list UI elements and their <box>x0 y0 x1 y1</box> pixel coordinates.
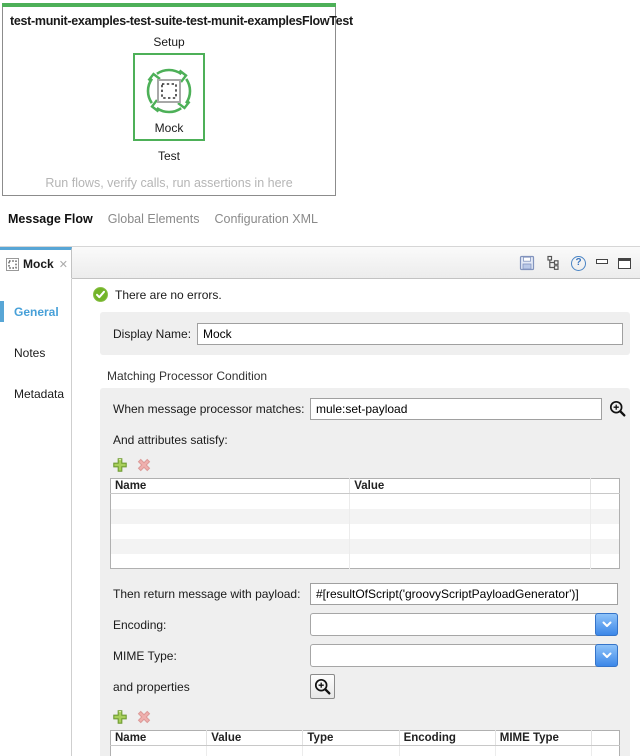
mock-tab-icon <box>6 258 19 271</box>
munit-mock-icon <box>141 63 197 119</box>
chevron-down-icon[interactable] <box>595 613 618 636</box>
display-name-label: Display Name: <box>113 327 197 341</box>
attributes-table-header: Name Value <box>111 479 620 494</box>
attributes-label: And attributes satisfy: <box>113 433 630 447</box>
and-properties-label: and properties <box>113 680 310 694</box>
matcher-input[interactable] <box>310 398 602 420</box>
mock-node[interactable]: Mock <box>133 53 205 141</box>
display-name-input[interactable] <box>197 323 623 345</box>
status-row: There are no errors. <box>93 287 640 302</box>
sidebar-item-general[interactable]: General <box>0 305 71 319</box>
properties-sidebar: General Notes Metadata <box>0 279 72 756</box>
table-row <box>111 524 620 539</box>
mime-type-label: MIME Type: <box>113 649 310 663</box>
tab-mock-properties[interactable]: Mock ✕ <box>0 247 72 279</box>
mime-type-select[interactable] <box>310 644 618 667</box>
mime-type-row: MIME Type: <box>100 644 630 667</box>
success-check-icon <box>93 287 108 302</box>
table-row <box>111 539 620 554</box>
table-row <box>111 554 620 569</box>
group-title: Matching Processor Condition <box>107 369 640 383</box>
table-row <box>111 494 620 509</box>
properties-panel: Mock ✕ <box>0 246 640 756</box>
and-properties-row: and properties <box>100 674 630 699</box>
payload-row: Then return message with payload: <box>100 583 630 605</box>
mock-node-label: Mock <box>155 121 184 135</box>
col-value: Value <box>207 731 303 746</box>
add-icon[interactable] <box>112 457 128 473</box>
col-type: Type <box>303 731 399 746</box>
attributes-table[interactable]: Name Value <box>110 478 620 569</box>
tree-icon[interactable] <box>545 255 561 271</box>
col-encoding: Encoding <box>399 731 495 746</box>
payload-input[interactable] <box>310 583 618 605</box>
flow-title: test-munit-examples-test-suite-test-muni… <box>3 7 335 28</box>
tab-label: Mock <box>23 257 54 271</box>
tab-message-flow[interactable]: Message Flow <box>8 212 93 226</box>
help-icon[interactable]: ? <box>571 256 586 271</box>
encoding-select[interactable] <box>310 613 618 636</box>
minimize-icon[interactable] <box>596 263 608 264</box>
tab-configuration-xml[interactable]: Configuration XML <box>214 212 318 226</box>
col-name: Name <box>111 731 207 746</box>
properties-toolbar: ? <box>519 247 631 279</box>
payload-label: Then return message with payload: <box>113 587 310 601</box>
add-icon[interactable] <box>112 709 128 725</box>
tab-global-elements[interactable]: Global Elements <box>108 212 200 226</box>
matcher-label: When message processor matches: <box>113 402 310 416</box>
close-icon[interactable]: ✕ <box>59 258 68 271</box>
encoding-label: Encoding: <box>113 618 310 632</box>
magnifier-button[interactable] <box>310 674 335 699</box>
col-name: Name <box>111 479 350 494</box>
maximize-icon[interactable] <box>618 258 631 269</box>
properties-content: General Notes Metadata There are no erro… <box>0 279 640 756</box>
matching-condition-panel: When message processor matches: And attr… <box>100 388 630 756</box>
save-icon[interactable] <box>519 255 535 271</box>
table-row <box>111 509 620 524</box>
magnifier-icon[interactable] <box>609 400 627 418</box>
col-value: Value <box>350 479 591 494</box>
flow-canvas: test-munit-examples-test-suite-test-muni… <box>2 3 336 196</box>
flow-hint: Run flows, verify calls, run assertions … <box>3 176 335 190</box>
delete-icon[interactable] <box>136 457 152 473</box>
properties-table-header: Name Value Type Encoding MIME Type <box>111 731 620 746</box>
matcher-row: When message processor matches: <box>100 388 630 420</box>
display-name-panel: Display Name: <box>100 312 630 355</box>
properties-table[interactable]: Name Value Type Encoding MIME Type <box>110 730 620 756</box>
test-label: Test <box>3 149 335 163</box>
properties-form: There are no errors. Display Name: Match… <box>73 279 640 756</box>
status-text: There are no errors. <box>115 288 222 302</box>
chevron-down-icon[interactable] <box>595 644 618 667</box>
attributes-toolbar <box>112 457 630 473</box>
studio-window: test-munit-examples-test-suite-test-muni… <box>0 0 640 756</box>
editor-tab-bar: Message Flow Global Elements Configurati… <box>8 212 318 226</box>
properties-tab-bar: Mock ✕ <box>0 247 640 279</box>
delete-icon[interactable] <box>136 709 152 725</box>
col-extra <box>591 479 620 494</box>
encoding-row: Encoding: <box>100 613 630 636</box>
setup-label: Setup <box>3 35 335 49</box>
sidebar-item-metadata[interactable]: Metadata <box>0 387 71 401</box>
col-mime-type: MIME Type <box>495 731 591 746</box>
col-extra <box>591 731 619 746</box>
table-row <box>111 746 620 756</box>
properties-toolbar-icons <box>112 709 630 725</box>
sidebar-item-notes[interactable]: Notes <box>0 346 71 360</box>
